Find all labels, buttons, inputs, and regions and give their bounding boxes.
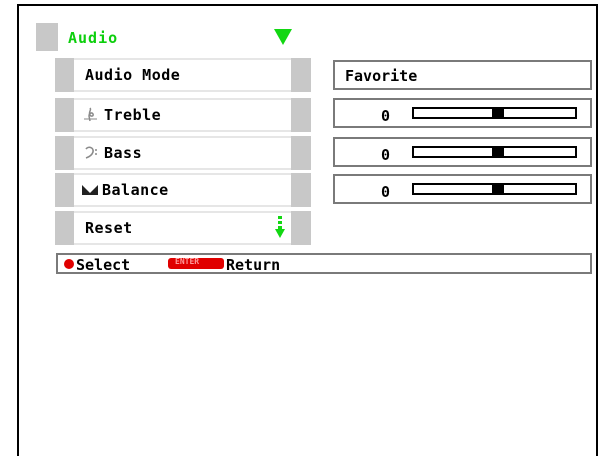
- balance-value: 0: [381, 183, 391, 201]
- left-handle: [55, 173, 74, 207]
- enter-key-icon: ENTER: [168, 257, 224, 269]
- left-handle: [55, 136, 74, 170]
- balance-slider[interactable]: [412, 183, 577, 195]
- menu-item-label: Bass: [104, 144, 143, 162]
- right-handle: [291, 136, 311, 170]
- bass-icon: [85, 146, 97, 159]
- bass-value-box[interactable]: 0: [333, 137, 592, 167]
- select-button-icon: [64, 259, 74, 269]
- menu-item-balance[interactable]: Balance: [55, 173, 311, 207]
- return-hint: Return: [226, 256, 281, 274]
- menu-title-box: Audio: [58, 23, 294, 51]
- left-handle: [55, 211, 74, 245]
- bass-value: 0: [381, 146, 391, 164]
- balance-icon: [82, 185, 98, 195]
- right-handle: [291, 58, 311, 92]
- select-hint: Select: [76, 256, 131, 274]
- audio-mode-value-box[interactable]: Favorite: [333, 60, 592, 90]
- treble-icon: [84, 107, 97, 122]
- right-handle: [291, 98, 311, 132]
- balance-value-box[interactable]: 0: [333, 174, 592, 204]
- treble-slider[interactable]: [412, 107, 577, 119]
- enter-key-label: ENTER: [175, 257, 200, 266]
- bass-slider-thumb[interactable]: [492, 148, 504, 156]
- menu-item-label: Reset: [85, 219, 133, 237]
- menu-item-treble[interactable]: Treble: [55, 98, 311, 132]
- left-handle: [55, 58, 74, 92]
- treble-slider-thumb[interactable]: [492, 109, 504, 117]
- bass-slider[interactable]: [412, 146, 577, 158]
- status-bar: Select ENTER Return: [56, 253, 592, 274]
- menu-title: Audio: [68, 29, 119, 47]
- right-handle: [291, 211, 311, 245]
- down-arrow-icon: [275, 216, 285, 238]
- treble-value: 0: [381, 107, 391, 125]
- menu-item-label: Audio Mode: [85, 66, 181, 84]
- right-handle: [291, 173, 311, 207]
- balance-slider-thumb[interactable]: [492, 185, 504, 193]
- menu-header-handle: [36, 23, 58, 51]
- menu-item-label: Treble: [104, 106, 162, 124]
- menu-header[interactable]: Audio: [36, 23, 294, 51]
- menu-item-bass[interactable]: Bass: [55, 136, 311, 170]
- menu-item-reset[interactable]: Reset: [55, 211, 311, 245]
- audio-mode-value: Favorite: [345, 67, 418, 85]
- dropdown-arrow-icon[interactable]: [274, 29, 292, 45]
- treble-value-box[interactable]: 0: [333, 98, 592, 128]
- left-handle: [55, 98, 74, 132]
- menu-item-label: Balance: [102, 181, 169, 199]
- menu-item-audio-mode[interactable]: Audio Mode: [55, 58, 311, 92]
